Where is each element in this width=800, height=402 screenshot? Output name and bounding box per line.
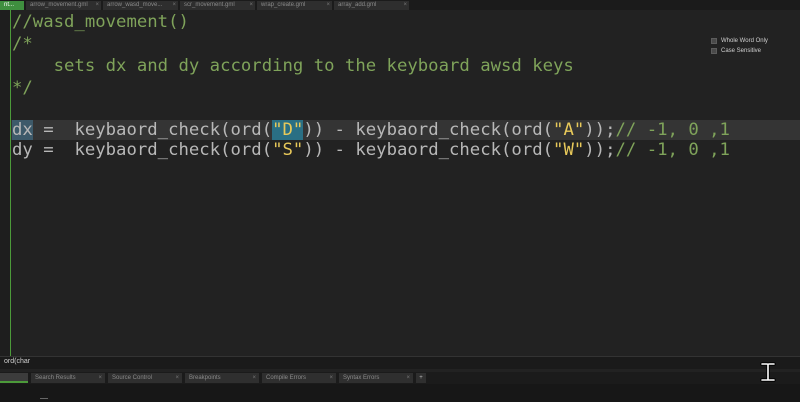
dx-variable: dx [12, 120, 33, 140]
panel-tab-syntax-errors[interactable]: Syntax Errors × [339, 373, 413, 383]
string-literal: "W" [553, 140, 585, 160]
whole-word-label: Whole Word Only [721, 37, 768, 44]
tab-label: scr_movement.gml [184, 2, 235, 8]
code-line-2: /* [12, 34, 33, 54]
text-cursor-icon [760, 362, 776, 382]
panel-tab-search-results[interactable]: Search Results × [31, 373, 105, 383]
panel-tab-source-control[interactable]: Source Control × [108, 373, 182, 383]
function-call: )) - keybaord_check(ord( [303, 140, 554, 160]
code-line-dy: dy = keybaord_check(ord("S")) - keybaord… [12, 140, 730, 160]
panel-tab-breakpoints[interactable]: Breakpoints × [185, 373, 259, 383]
case-sensitive-label: Case Sensitive [721, 47, 762, 54]
close-icon[interactable]: × [403, 1, 407, 10]
file-tab[interactable]: arrow_movement.gml × [26, 1, 101, 10]
close-icon[interactable]: × [326, 1, 330, 10]
file-tab[interactable]: arrow_wasd_move... × [103, 1, 178, 10]
function-call: )) - keybaord_check(ord( [303, 120, 554, 140]
close-icon[interactable]: × [252, 373, 256, 383]
string-literal: "A" [553, 120, 585, 140]
close-icon[interactable]: × [98, 373, 102, 383]
search-options-panel: Whole Word Only Case Sensitive [711, 36, 768, 56]
closing-parens: )); [584, 140, 616, 160]
tab-label: nt... [4, 2, 15, 8]
code-editor[interactable]: //wasd_movement() /* sets dx and dy acco… [0, 10, 800, 356]
tab-label: arrow_movement.gml [30, 2, 88, 8]
close-icon[interactable]: × [329, 373, 333, 383]
output-panel-tabs: Search Results × Source Control × Breakpoi… [0, 372, 800, 384]
whole-word-checkbox[interactable] [711, 37, 717, 44]
assign-operator: = [32, 140, 75, 160]
inline-comment: // -1, 0 ,1 [615, 140, 730, 160]
panel-tab-output[interactable] [0, 373, 28, 383]
dy-variable: dy [12, 140, 33, 160]
close-icon[interactable]: × [172, 1, 176, 10]
panel-tab-label: Syntax Errors [343, 375, 380, 381]
panel-tab-label: Source Control [112, 375, 153, 381]
code-line-dx: dx = keybaord_check(ord("D")) - keybaord… [12, 120, 730, 140]
close-icon[interactable]: × [249, 1, 253, 10]
assign-operator: = [32, 120, 75, 140]
file-tab[interactable]: scr_movement.gml × [180, 1, 255, 10]
tab-label: arrow_wasd_move... [107, 2, 163, 8]
line-gutter [0, 10, 11, 356]
string-literal-selected: "D" [272, 120, 304, 140]
code-line-1: //wasd_movement() [12, 12, 189, 32]
file-tab-strip: nt... arrow_movement.gml × arrow_wasd_mov… [0, 0, 800, 10]
panel-tab-label: Compile Errors [266, 375, 307, 381]
function-signature-hint: ord(char [4, 358, 31, 365]
file-tab[interactable]: array_add.gml × [334, 1, 409, 10]
tab-label: wrap_create.gml [261, 2, 306, 8]
panel-tab-label: Search Results [35, 375, 76, 381]
code-line-3: sets dx and dy according to the keyboard… [12, 56, 574, 76]
inline-comment: // -1, 0 ,1 [615, 120, 730, 140]
panel-tab-compile-errors[interactable]: Compile Errors × [262, 373, 336, 383]
tab-label: array_add.gml [338, 2, 377, 8]
file-tab-active[interactable]: nt... [0, 1, 24, 10]
code-line-4: */ [12, 78, 33, 98]
status-bar: ord(char [0, 356, 800, 369]
add-tab-button[interactable]: + [416, 373, 426, 383]
panel-tab-label: Breakpoints [189, 375, 221, 381]
case-sensitive-checkbox[interactable] [711, 47, 717, 54]
string-literal: "S" [272, 140, 304, 160]
function-call: keybaord_check(ord( [74, 140, 273, 160]
closing-parens: )); [584, 120, 616, 140]
whole-word-option[interactable]: Whole Word Only [711, 36, 768, 45]
case-sensitive-option[interactable]: Case Sensitive [711, 46, 768, 55]
output-panel[interactable] [0, 384, 800, 402]
close-icon[interactable]: × [175, 373, 179, 383]
close-icon[interactable]: × [406, 373, 410, 383]
function-call: keybaord_check(ord( [74, 120, 273, 140]
file-tab[interactable]: wrap_create.gml × [257, 1, 332, 10]
close-icon[interactable]: × [95, 1, 99, 10]
panel-divider [40, 398, 48, 399]
